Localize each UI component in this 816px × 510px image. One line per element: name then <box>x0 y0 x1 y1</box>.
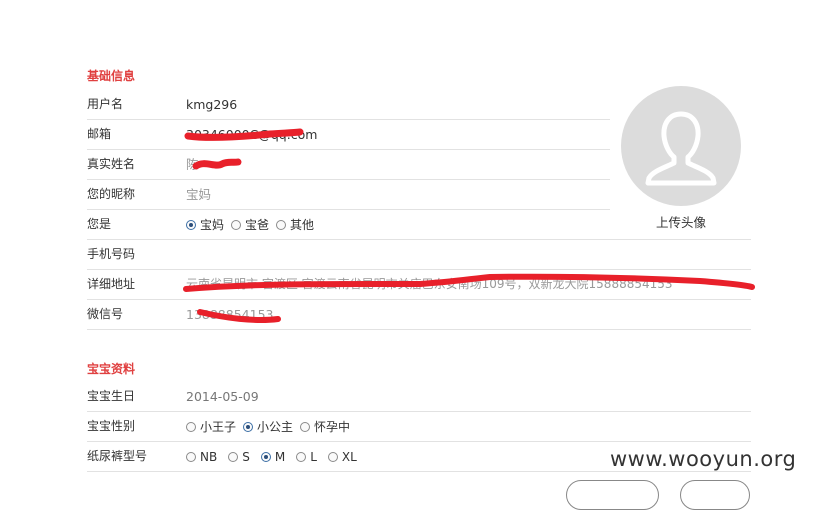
nickname-label: 您的昵称 <box>87 187 136 201</box>
radio-icon[interactable] <box>228 451 239 462</box>
role-label: 您是 <box>87 217 112 231</box>
user-silhouette-icon <box>645 111 717 186</box>
username-value: kmg296 <box>186 97 238 112</box>
bottom-button-left[interactable] <box>566 480 659 510</box>
diaper-option-xl[interactable]: XL <box>327 450 357 464</box>
realname-label: 真实姓名 <box>87 157 136 171</box>
section-title-basic: 基础信息 <box>87 69 136 83</box>
upload-avatar-link[interactable]: 上传头像 <box>621 212 741 231</box>
realname-row: 真实姓名 陈 <box>87 150 610 180</box>
gender-option-princess[interactable]: 小公主 <box>243 418 293 435</box>
radio-icon[interactable] <box>300 421 311 432</box>
nickname-input[interactable]: 宝妈 <box>186 180 211 209</box>
diaper-option-m[interactable]: M <box>260 450 285 464</box>
wechat-input[interactable]: 13888854153 <box>186 300 273 329</box>
realname-value[interactable]: 陈 <box>186 150 199 179</box>
radio-icon[interactable] <box>186 421 196 432</box>
diaper-radio-group: NB S M L XL <box>186 442 364 471</box>
birthday-row: 宝宝生日 2014-05-09 <box>87 382 751 412</box>
phone-row: 手机号码 <box>87 240 751 270</box>
diaper-option-nb[interactable]: NB <box>186 450 217 464</box>
username-label: 用户名 <box>87 97 124 111</box>
birthday-label: 宝宝生日 <box>87 389 136 403</box>
bottom-button-right[interactable] <box>680 480 750 510</box>
gender-row: 宝宝性别 小王子 小公主 怀孕中 <box>87 412 751 442</box>
wechat-label: 微信号 <box>87 307 124 321</box>
section-title-baby: 宝宝资料 <box>87 362 136 376</box>
radio-checked-icon[interactable] <box>186 219 196 230</box>
role-option-dad[interactable]: 宝爸 <box>231 216 269 233</box>
diaper-option-s[interactable]: S <box>228 450 250 464</box>
diaper-option-l[interactable]: L <box>296 450 317 464</box>
birthday-input[interactable]: 2014-05-09 <box>186 382 259 411</box>
email-label: 邮箱 <box>87 127 112 141</box>
role-option-mom[interactable]: 宝妈 <box>186 216 224 233</box>
address-input[interactable]: 云南省昆明市 官渡区 官渡云南省昆明市关庙巴东安南场109号，双新龙大院1588… <box>186 270 673 299</box>
email-row: 邮箱 30346000C@qq.com <box>87 120 610 150</box>
gender-option-pregnant[interactable]: 怀孕中 <box>300 418 350 435</box>
wechat-row: 微信号 13888854153 <box>87 300 751 330</box>
diaper-label: 纸尿裤型号 <box>87 449 148 463</box>
gender-option-prince[interactable]: 小王子 <box>186 418 236 435</box>
radio-icon[interactable] <box>231 219 242 230</box>
radio-icon[interactable] <box>327 451 338 462</box>
phone-label: 手机号码 <box>87 247 136 261</box>
gender-label: 宝宝性别 <box>87 419 136 433</box>
address-label: 详细地址 <box>87 277 136 291</box>
watermark-text: www.wooyun.org <box>610 447 797 471</box>
email-value: 30346000C@qq.com <box>186 127 318 142</box>
username-row: 用户名 kmg296 <box>87 90 610 120</box>
radio-icon[interactable] <box>296 451 307 462</box>
role-radio-group: 宝妈 宝爸 其他 <box>186 210 321 239</box>
avatar[interactable] <box>621 86 741 206</box>
role-option-other[interactable]: 其他 <box>276 216 314 233</box>
radio-icon[interactable] <box>186 451 196 462</box>
radio-checked-icon[interactable] <box>260 451 271 462</box>
nickname-row: 您的昵称 宝妈 <box>87 180 610 210</box>
radio-icon[interactable] <box>276 219 287 230</box>
gender-radio-group: 小王子 小公主 怀孕中 <box>186 412 357 441</box>
address-row: 详细地址 云南省昆明市 官渡区 官渡云南省昆明市关庙巴东安南场109号，双新龙大… <box>87 270 751 300</box>
radio-checked-icon[interactable] <box>243 421 254 432</box>
